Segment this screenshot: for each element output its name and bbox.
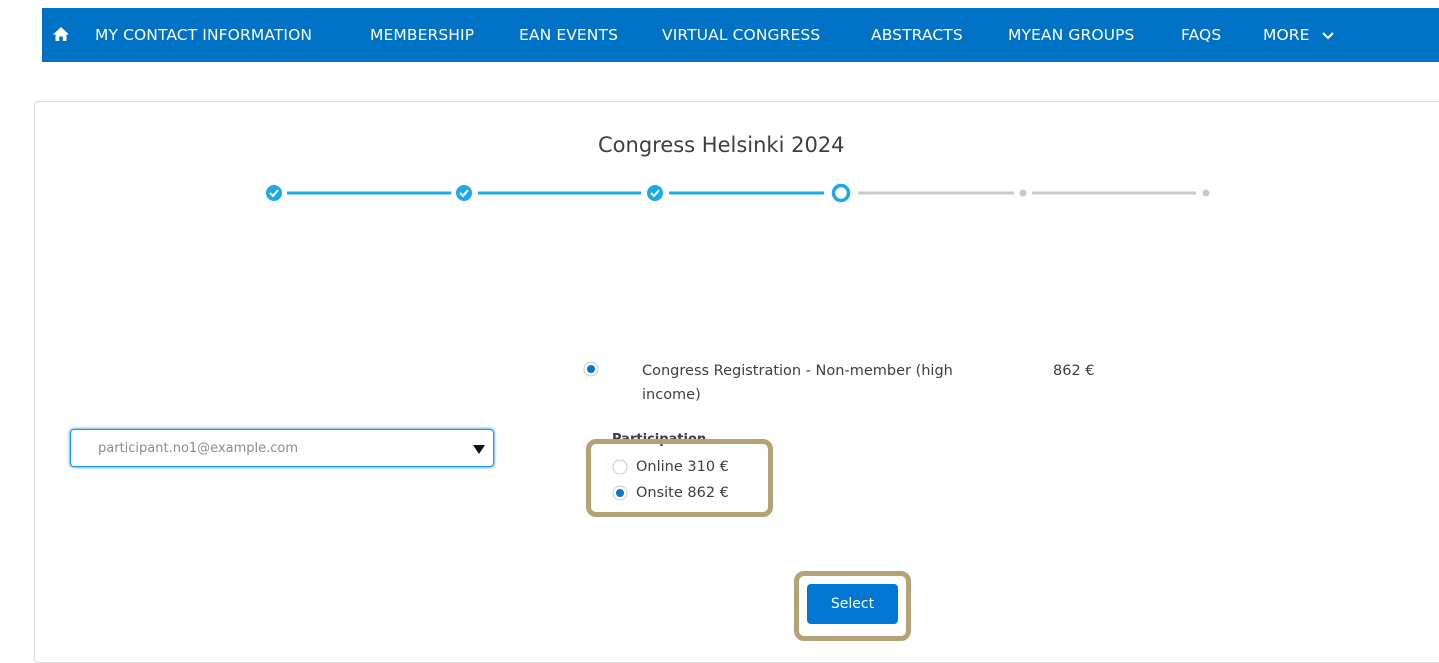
home-icon[interactable] [52,25,70,43]
nav-virtual-congress[interactable]: VIRTUAL CONGRESS [662,26,820,44]
nav-more-label: MORE [1263,26,1310,44]
nav-membership[interactable]: MEMBERSHIP [370,26,474,44]
registration-price: 862 € [1053,363,1095,379]
nav-more[interactable]: MORE [1263,26,1335,44]
registration-label: Congress Registration - Non-member (high… [642,363,953,403]
select-button[interactable]: Select [807,584,898,624]
participant-select-value: participant.no1@example.com [98,441,299,456]
chevron-down-icon [1321,31,1334,39]
nav-ean-events[interactable]: EAN EVENTS [519,26,618,44]
registration-radio[interactable] [583,361,599,377]
nav-faqs[interactable]: FAQS [1181,26,1221,44]
caret-down-icon [473,445,485,454]
top-navigation-bar: MY CONTACT INFORMATION MEMBERSHIP EAN EV… [42,8,1439,62]
nav-myean-groups[interactable]: MYEAN GROUPS [1008,26,1134,44]
participant-select[interactable]: participant.no1@example.com [70,429,494,467]
nav-my-contact-information[interactable]: MY CONTACT INFORMATION [95,26,312,44]
participation-highlight-box [586,439,773,517]
page-title: Congress Helsinki 2024 [598,133,845,157]
nav-abstracts[interactable]: ABSTRACTS [871,26,963,44]
